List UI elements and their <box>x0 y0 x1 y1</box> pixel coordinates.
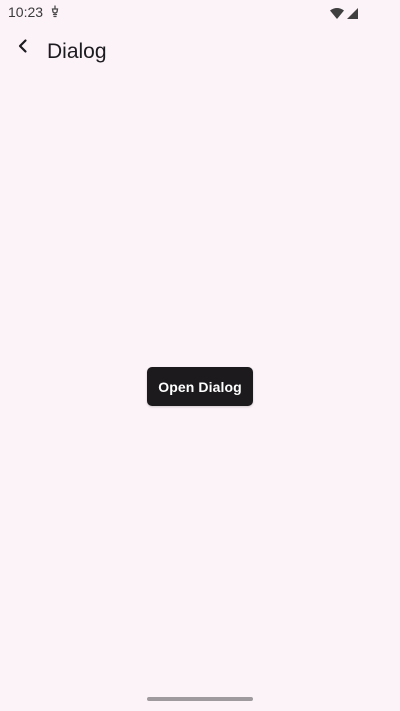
status-bar: 10:23 <box>0 0 400 24</box>
status-time: 10:23 <box>8 4 44 20</box>
open-dialog-button[interactable]: Open Dialog <box>147 367 253 406</box>
notification-icon <box>50 5 60 18</box>
arrow-back-icon <box>14 37 32 60</box>
wifi-icon <box>330 6 344 19</box>
page-title: Dialog <box>47 40 107 63</box>
gesture-nav-handle[interactable] <box>147 697 253 701</box>
cell-signal-icon <box>347 6 358 19</box>
back-button[interactable] <box>6 31 40 65</box>
top-app-bar: Dialog <box>0 24 400 82</box>
